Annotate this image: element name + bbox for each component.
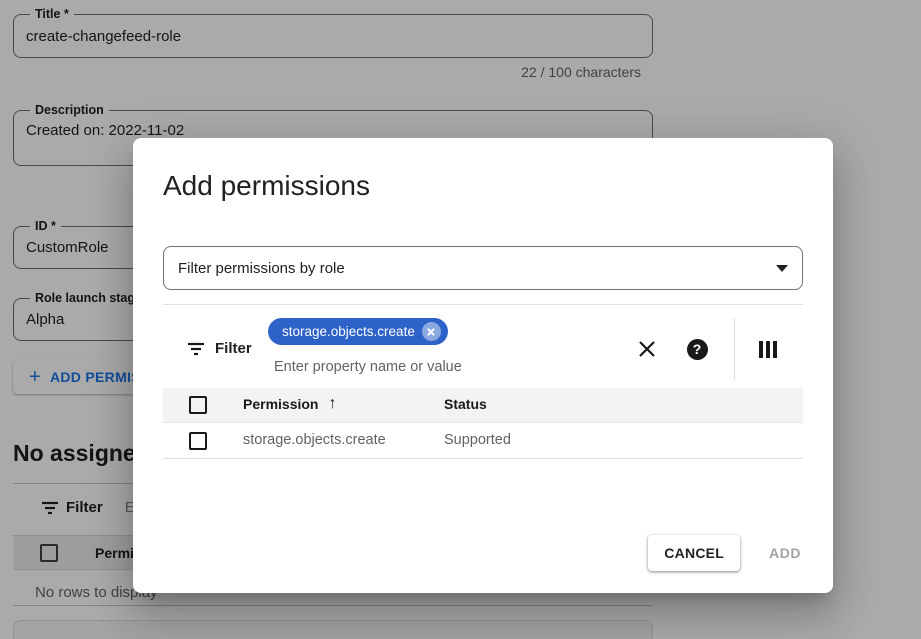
row-checkbox[interactable] <box>189 432 207 450</box>
page: Title * create-changefeed-role 22 / 100 … <box>0 0 921 639</box>
filter-permissions-by-role-dropdown[interactable]: Filter permissions by role <box>163 246 803 290</box>
permission-column-header[interactable]: Permission ↑ <box>243 396 336 412</box>
sort-ascending-icon: ↑ <box>328 397 336 411</box>
status-column-header[interactable]: Status <box>444 396 487 412</box>
table-row[interactable]: storage.objects.create Supported <box>163 423 803 459</box>
chip-remove-icon[interactable] <box>422 322 441 341</box>
columns-icon <box>759 341 777 358</box>
chevron-down-icon <box>776 265 788 272</box>
dialog-title: Add permissions <box>163 170 370 202</box>
dialog-actions: CANCEL ADD <box>648 535 803 571</box>
help-icon: ? <box>687 339 708 360</box>
role-dropdown-value: Filter permissions by role <box>178 260 345 277</box>
select-all-checkbox[interactable] <box>189 396 207 414</box>
filter-chip-label: storage.objects.create <box>282 324 415 339</box>
help-button[interactable]: ? <box>684 336 710 362</box>
close-icon <box>638 340 656 358</box>
divider <box>163 304 803 305</box>
clear-filters-button[interactable] <box>634 336 660 362</box>
filter-list-icon <box>187 341 205 357</box>
row-status-cell: Supported <box>444 432 511 448</box>
row-permission-cell: storage.objects.create <box>243 432 386 448</box>
add-permissions-dialog: Add permissions Filter permissions by ro… <box>133 138 833 593</box>
divider <box>734 318 735 380</box>
column-display-button[interactable] <box>755 336 781 362</box>
modal-filter-input[interactable]: Enter property name or value <box>274 359 462 375</box>
modal-filter-label: Filter <box>215 340 252 357</box>
filter-chip[interactable]: storage.objects.create <box>268 318 448 345</box>
permissions-table-header: Permission ↑ Status <box>163 388 803 423</box>
cancel-button[interactable]: CANCEL <box>648 535 740 571</box>
add-button[interactable]: ADD <box>767 537 803 569</box>
